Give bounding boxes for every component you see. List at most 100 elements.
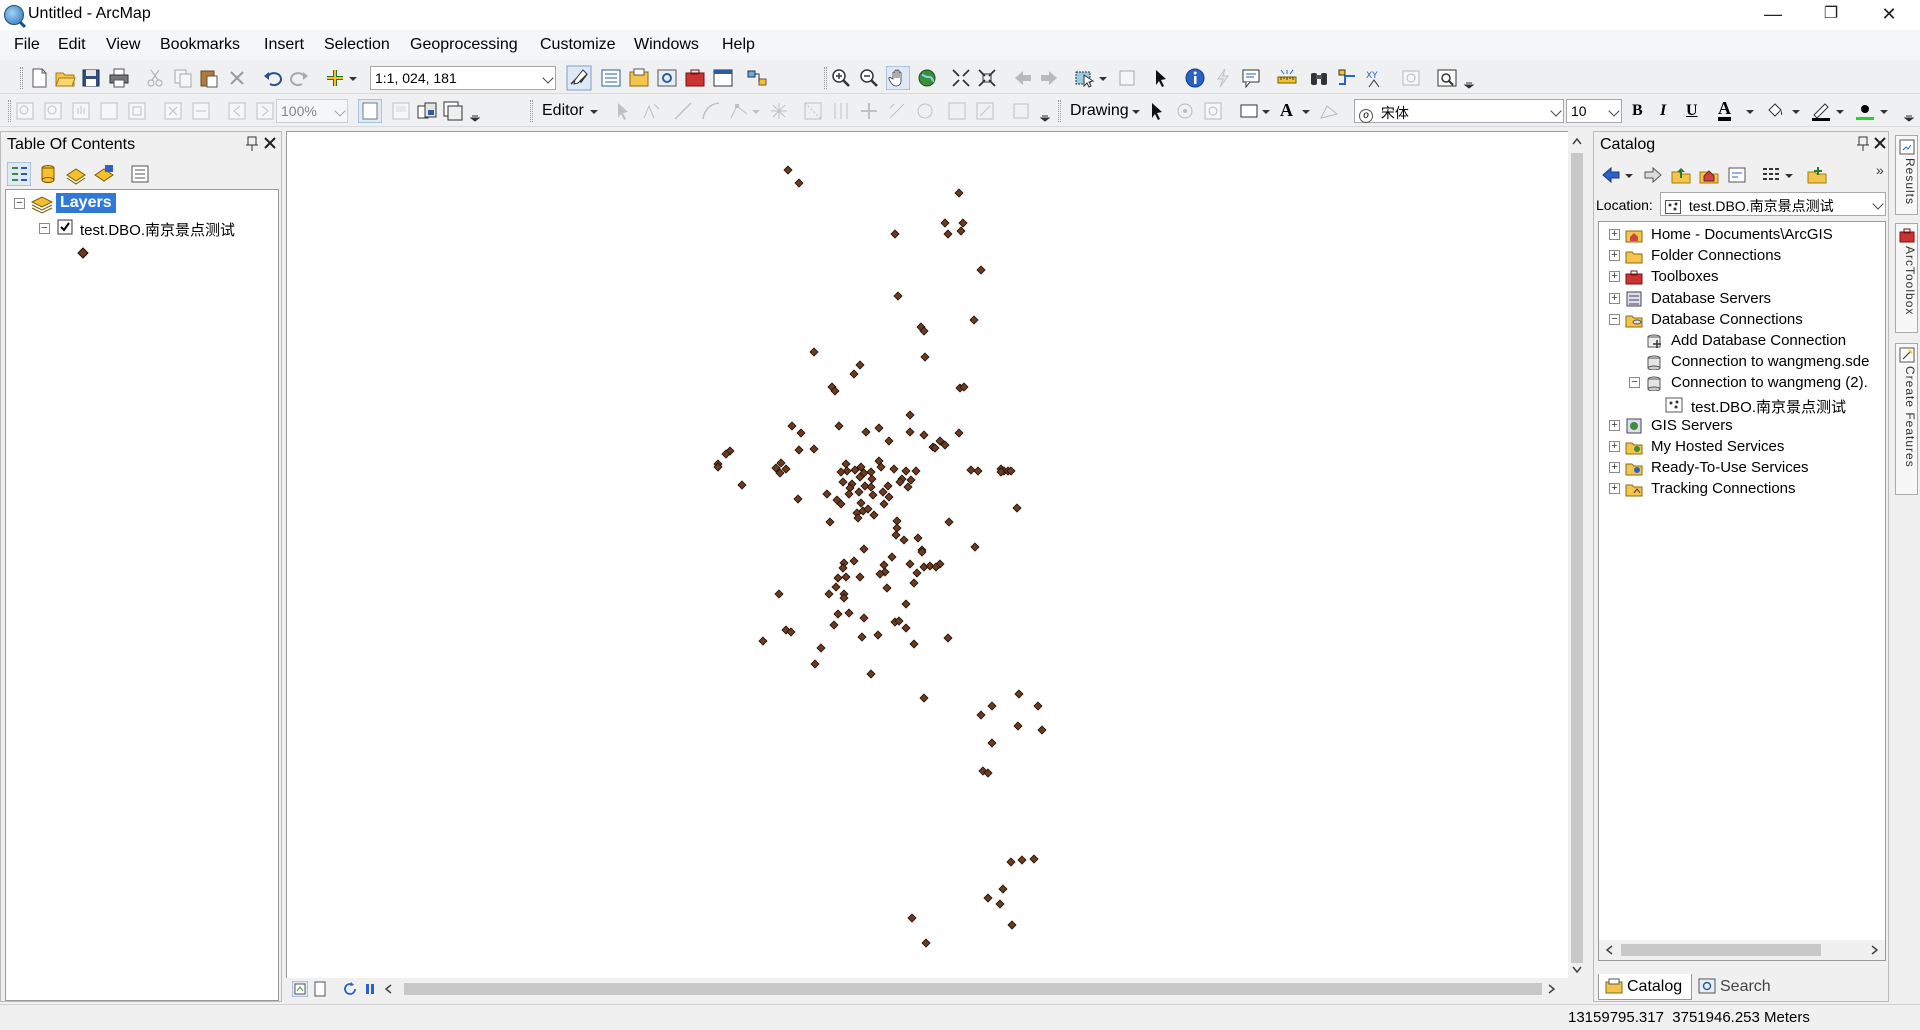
map-point-feature[interactable]	[889, 464, 899, 474]
list-by-selection-icon[interactable]	[93, 163, 115, 185]
map-point-feature[interactable]	[866, 482, 876, 492]
collapse-layers-toggle[interactable]: −	[14, 198, 25, 209]
map-point-feature[interactable]	[909, 578, 919, 588]
close-window-button[interactable]: ✕	[1860, 0, 1918, 30]
toolbar-grip[interactable]	[1058, 100, 1061, 122]
map-point-feature[interactable]	[995, 899, 1005, 909]
underline-button[interactable]: U	[1686, 102, 1698, 120]
copy-icon[interactable]	[172, 67, 194, 89]
fixed-zoom-out-icon[interactable]	[976, 67, 998, 89]
model-builder-icon[interactable]	[746, 67, 768, 89]
layout-zoom-whole-page-icon[interactable]	[98, 100, 120, 122]
table-of-contents-window-icon[interactable]	[600, 67, 622, 89]
map-point-feature[interactable]	[825, 517, 835, 527]
pan-hand-icon[interactable]	[886, 66, 910, 90]
select-dropdown-icon[interactable]	[1098, 67, 1108, 89]
map-point-feature[interactable]	[1012, 503, 1022, 513]
map-point-feature[interactable]	[866, 669, 876, 679]
map-point-feature[interactable]	[905, 410, 915, 420]
layout-zoom-combobox[interactable]: 100%	[276, 99, 348, 123]
sketch-properties-icon[interactable]	[914, 100, 936, 122]
straight-segment-icon[interactable]	[672, 100, 694, 122]
find-binoculars-icon[interactable]	[1308, 67, 1330, 89]
map-point-feature[interactable]	[882, 583, 892, 593]
new-text-tool[interactable]: A	[1280, 100, 1293, 121]
catalog-scroll-thumb[interactable]	[1621, 944, 1821, 956]
redo-icon[interactable]	[288, 67, 310, 89]
map-point-feature[interactable]	[883, 481, 893, 491]
map-point-feature[interactable]	[887, 552, 897, 562]
scroll-left-icon[interactable]	[384, 983, 394, 995]
map-point-feature[interactable]	[969, 315, 979, 325]
map-point-feature[interactable]	[737, 480, 747, 490]
map-point-feature[interactable]	[874, 423, 884, 433]
map-point-feature[interactable]	[954, 188, 964, 198]
toolbar-grip[interactable]	[530, 100, 533, 122]
expand-toggle[interactable]: +	[1609, 271, 1620, 283]
map-point-feature[interactable]	[1033, 701, 1043, 711]
map-point-feature[interactable]	[859, 544, 869, 554]
map-point-feature[interactable]	[987, 738, 997, 748]
paste-icon[interactable]	[198, 67, 220, 89]
scroll-up-icon[interactable]	[1571, 136, 1583, 146]
map-point-feature[interactable]	[919, 693, 929, 703]
map-point-feature[interactable]	[943, 229, 953, 239]
create-viewer-window-icon[interactable]	[1436, 67, 1458, 89]
map-point-feature[interactable]	[878, 487, 888, 497]
expand-toggle[interactable]: +	[1609, 292, 1620, 304]
map-point-feature[interactable]	[855, 572, 865, 582]
menu-insert[interactable]: Insert	[264, 36, 304, 54]
map-point-feature[interactable]	[913, 533, 923, 543]
view-dropdown-icon[interactable]	[1784, 164, 1794, 186]
split-tool-icon[interactable]	[830, 100, 852, 122]
list-by-drawing-order-icon[interactable]	[7, 162, 31, 186]
map-point-feature[interactable]	[809, 444, 819, 454]
map-point-feature[interactable]	[911, 466, 921, 476]
map-point-feature[interactable]	[787, 421, 797, 431]
toolbar-overflow-icon[interactable]	[1464, 67, 1474, 89]
search-window-icon[interactable]	[656, 67, 678, 89]
map-point-feature[interactable]	[873, 630, 883, 640]
toolbar-grip[interactable]	[8, 100, 11, 122]
menu-file[interactable]: File	[14, 36, 40, 54]
location-combobox[interactable]: test.DBO.南京景点测试	[1660, 192, 1886, 216]
list-by-source-icon[interactable]	[37, 163, 59, 185]
rotate-tool-icon[interactable]	[858, 100, 880, 122]
attributes-icon[interactable]	[886, 100, 908, 122]
map-point-feature[interactable]	[884, 492, 894, 502]
layout-zoom-100-icon[interactable]	[126, 100, 148, 122]
hyperlink-icon[interactable]	[1212, 67, 1234, 89]
map-point-feature[interactable]	[859, 613, 869, 623]
toolbar-overflow-icon[interactable]: »	[1876, 162, 1884, 178]
map-point-feature[interactable]	[836, 467, 846, 477]
map-point-feature[interactable]	[856, 498, 866, 508]
bold-button[interactable]: B	[1632, 102, 1643, 120]
map-point-feature[interactable]	[983, 893, 993, 903]
map-point-feature[interactable]	[1014, 689, 1024, 699]
editor-menu[interactable]: Editor	[542, 102, 584, 120]
map-point-feature[interactable]	[987, 701, 997, 711]
vertices-dropdown-icon[interactable]	[752, 100, 760, 122]
rotate-element-icon[interactable]	[1174, 100, 1196, 122]
editor-toolbar-icon[interactable]	[566, 65, 592, 91]
map-point-feature[interactable]	[891, 530, 901, 540]
zoom-out-icon[interactable]	[858, 67, 880, 89]
font-name-combobox[interactable]: o 宋体	[1354, 99, 1564, 123]
map-point-feature[interactable]	[970, 542, 980, 552]
font-color-button[interactable]: A	[1718, 99, 1731, 121]
layers-root-label[interactable]: Layers	[56, 193, 116, 213]
layout-fixed-zoom-in-icon[interactable]	[162, 100, 184, 122]
scroll-left-icon[interactable]	[1605, 945, 1615, 955]
map-point-feature[interactable]	[822, 489, 832, 499]
rectangle-tool-icon[interactable]	[1238, 100, 1260, 122]
map-point-feature[interactable]	[867, 474, 877, 484]
expand-toggle[interactable]: +	[1609, 462, 1620, 474]
layout-view-icon[interactable]	[312, 981, 328, 997]
map-point-feature[interactable]	[857, 632, 867, 642]
map-point-feature[interactable]	[998, 884, 1008, 894]
marker-color-icon[interactable]	[1854, 100, 1876, 122]
map-point-feature[interactable]	[758, 636, 768, 646]
map-point-feature[interactable]	[1013, 721, 1023, 731]
up-one-level-icon[interactable]	[1670, 164, 1692, 186]
font-size-combobox[interactable]: 10	[1566, 99, 1622, 123]
